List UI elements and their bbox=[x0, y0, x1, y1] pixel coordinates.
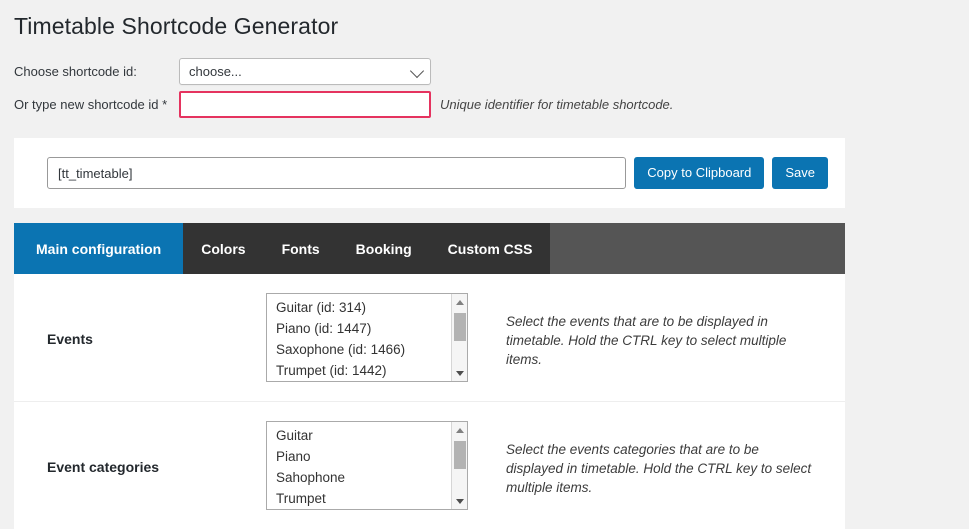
list-item[interactable]: Piano bbox=[267, 446, 467, 467]
scrollbar-thumb[interactable] bbox=[454, 441, 466, 469]
event-categories-listbox[interactable]: Guitar Piano Sahophone Trumpet bbox=[266, 421, 468, 510]
scroll-up-arrow-icon[interactable] bbox=[452, 422, 467, 438]
shortcode-output-input[interactable] bbox=[47, 157, 627, 189]
copy-to-clipboard-button[interactable]: Copy to Clipboard bbox=[634, 157, 765, 189]
list-item[interactable]: Sahophone bbox=[267, 467, 467, 488]
list-item[interactable]: Guitar (id: 314) bbox=[267, 297, 467, 318]
list-item[interactable]: Piano (id: 1447) bbox=[267, 318, 467, 339]
shortcode-id-form: Choose shortcode id: choose... Or type n… bbox=[0, 41, 969, 121]
setting-description-event-categories: Select the events categories that are to… bbox=[506, 442, 812, 495]
tab-main-configuration[interactable]: Main configuration bbox=[14, 223, 184, 274]
save-button[interactable]: Save bbox=[772, 157, 828, 189]
chevron-down-icon bbox=[409, 63, 425, 78]
tab-fonts[interactable]: Fonts bbox=[263, 223, 338, 274]
new-shortcode-row: Or type new shortcode id * Unique identi… bbox=[14, 88, 969, 121]
scroll-down-arrow-icon[interactable] bbox=[452, 493, 467, 509]
list-item[interactable]: Trumpet (id: 1442) bbox=[267, 360, 467, 381]
choose-shortcode-label: Choose shortcode id: bbox=[14, 63, 137, 79]
event-categories-listbox-scrollbar[interactable] bbox=[451, 422, 467, 509]
setting-label-events: Events bbox=[47, 331, 93, 347]
shortcode-id-select[interactable]: choose... bbox=[179, 58, 431, 85]
events-listbox[interactable]: Guitar (id: 314) Piano (id: 1447) Saxoph… bbox=[266, 293, 468, 382]
scrollbar-thumb[interactable] bbox=[454, 313, 466, 341]
shortcode-output-bar: Copy to Clipboard Save bbox=[14, 138, 845, 208]
events-listbox-scrollbar[interactable] bbox=[451, 294, 467, 381]
page-title: Timetable Shortcode Generator bbox=[14, 13, 339, 39]
settings-panel: Events Guitar (id: 314) Piano (id: 1447)… bbox=[14, 274, 845, 529]
new-shortcode-id-input[interactable] bbox=[179, 91, 431, 118]
tab-bar: Main configuration Colors Fonts Booking … bbox=[14, 223, 845, 274]
tab-booking[interactable]: Booking bbox=[337, 223, 430, 274]
choose-shortcode-row: Choose shortcode id: choose... bbox=[14, 55, 969, 88]
tab-custom-css[interactable]: Custom CSS bbox=[429, 223, 551, 274]
setting-row-event-categories: Event categories Guitar Piano Sahophone … bbox=[14, 402, 845, 529]
setting-description-events: Select the events that are to be display… bbox=[506, 314, 787, 367]
tab-colors[interactable]: Colors bbox=[183, 223, 264, 274]
new-shortcode-id-hint: Unique identifier for timetable shortcod… bbox=[440, 97, 674, 112]
list-item[interactable]: Saxophone (id: 1466) bbox=[267, 339, 467, 360]
list-item[interactable]: Trumpet bbox=[267, 488, 467, 509]
scroll-up-arrow-icon[interactable] bbox=[452, 294, 467, 310]
setting-label-event-categories: Event categories bbox=[47, 459, 160, 475]
new-shortcode-id-label: Or type new shortcode id * bbox=[14, 96, 168, 112]
scroll-down-arrow-icon[interactable] bbox=[452, 365, 467, 381]
setting-row-events: Events Guitar (id: 314) Piano (id: 1447)… bbox=[14, 274, 845, 402]
list-item[interactable]: Guitar bbox=[267, 425, 467, 446]
shortcode-id-select-value: choose... bbox=[189, 64, 242, 79]
